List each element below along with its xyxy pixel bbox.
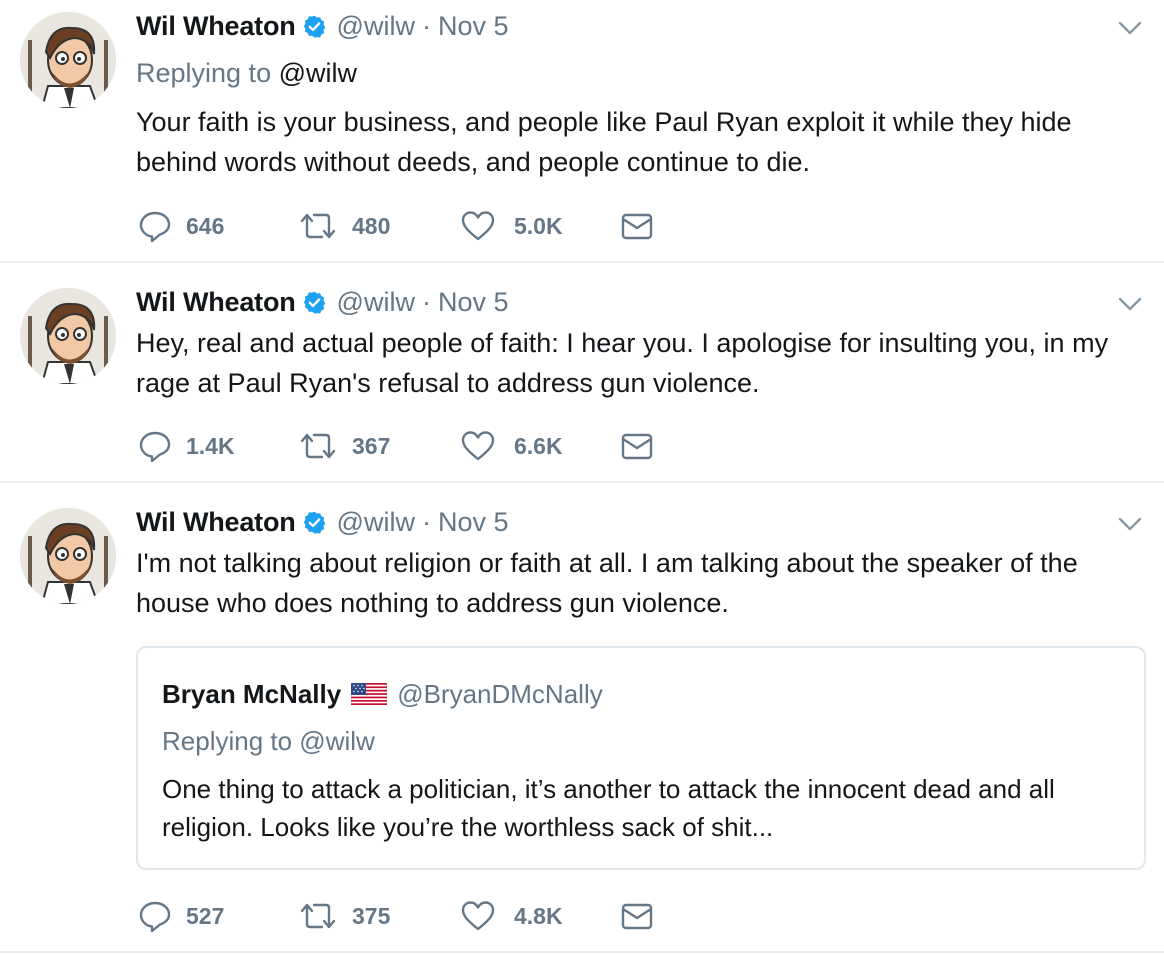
chevron-down-icon[interactable] bbox=[1116, 294, 1144, 314]
avatar[interactable] bbox=[20, 508, 116, 604]
reply-icon bbox=[139, 901, 171, 933]
chevron-down-icon[interactable] bbox=[1116, 514, 1144, 534]
author-name[interactable]: Wil Wheaton bbox=[136, 507, 296, 538]
reply-button[interactable]: 646 bbox=[138, 209, 224, 243]
tweet-text: I'm not talking about religion or faith … bbox=[136, 548, 1078, 618]
tweet-header: Wil Wheaton @wilw · Nov 5 bbox=[136, 504, 509, 540]
divider bbox=[0, 481, 1164, 483]
reply-button[interactable]: 527 bbox=[138, 899, 224, 933]
retweet-count: 480 bbox=[352, 212, 391, 239]
like-button[interactable]: 6.6K bbox=[460, 429, 563, 463]
avatar-illustration bbox=[20, 12, 116, 108]
like-button[interactable]: 5.0K bbox=[460, 209, 563, 243]
avatar[interactable] bbox=[20, 288, 116, 384]
reply-count: 1.4K bbox=[186, 432, 235, 459]
quoted-tweet[interactable]: Bryan McNally @BryanDMcNally Replying to… bbox=[136, 646, 1146, 870]
avatar-illustration bbox=[20, 508, 116, 604]
avatar[interactable] bbox=[20, 12, 116, 108]
retweet-button[interactable]: 480 bbox=[298, 209, 390, 243]
dm-button[interactable] bbox=[620, 209, 654, 243]
reply-count: 527 bbox=[186, 902, 225, 929]
like-button[interactable]: 4.8K bbox=[460, 899, 563, 933]
author-name[interactable]: Wil Wheaton bbox=[136, 11, 296, 42]
retweet-button[interactable]: 367 bbox=[298, 429, 390, 463]
verified-badge-icon bbox=[303, 15, 325, 38]
separator-dot: · bbox=[421, 10, 431, 41]
replying-handle[interactable]: @wilw bbox=[279, 58, 357, 88]
like-count: 6.6K bbox=[514, 432, 563, 459]
avatar-illustration bbox=[20, 288, 116, 384]
tweet-text: Hey, real and actual people of faith: I … bbox=[136, 328, 1109, 398]
tweet-1[interactable]: Wil Wheaton @wilw · Nov 5 Replying to @w… bbox=[0, 0, 1164, 264]
heart-icon bbox=[461, 901, 495, 931]
like-count: 4.8K bbox=[514, 902, 563, 929]
tweet-date[interactable]: Nov 5 bbox=[438, 11, 509, 42]
retweet-count: 375 bbox=[352, 902, 391, 929]
tweet-2[interactable]: Wil Wheaton @wilw · Nov 5 Hey, real and … bbox=[0, 264, 1164, 484]
divider bbox=[0, 261, 1164, 263]
retweet-count: 367 bbox=[352, 432, 391, 459]
reply-icon bbox=[139, 431, 171, 463]
author-name[interactable]: Wil Wheaton bbox=[136, 287, 296, 318]
tweet-header: Wil Wheaton @wilw · Nov 5 bbox=[136, 284, 509, 320]
tweet-text: Your faith is your business, and people … bbox=[136, 107, 1072, 177]
heart-icon bbox=[461, 431, 495, 461]
retweet-button[interactable]: 375 bbox=[298, 899, 390, 933]
reply-icon bbox=[139, 211, 171, 243]
dm-button[interactable] bbox=[620, 899, 654, 933]
tweet-header: Wil Wheaton @wilw · Nov 5 bbox=[136, 8, 509, 44]
dm-button[interactable] bbox=[620, 429, 654, 463]
separator-dot: · bbox=[421, 506, 431, 537]
us-flag-icon bbox=[351, 683, 388, 705]
reply-button[interactable]: 1.4K bbox=[138, 429, 235, 463]
quoted-replying-to: Replying to @wilw bbox=[162, 726, 375, 756]
retweet-icon bbox=[300, 433, 336, 459]
quoted-author-handle: @BryanDMcNally bbox=[397, 678, 603, 709]
chevron-down-icon[interactable] bbox=[1116, 18, 1144, 38]
tweet-date[interactable]: Nov 5 bbox=[438, 507, 509, 538]
tweet-3[interactable]: Wil Wheaton @wilw · Nov 5 I'm not talkin… bbox=[0, 484, 1164, 954]
reply-count: 646 bbox=[186, 212, 225, 239]
verified-badge-icon bbox=[303, 511, 325, 534]
tweet-date[interactable]: Nov 5 bbox=[438, 287, 509, 318]
retweet-icon bbox=[300, 903, 336, 929]
envelope-icon bbox=[621, 903, 653, 930]
author-handle[interactable]: @wilw bbox=[337, 11, 415, 42]
replying-to: Replying to @wilw bbox=[136, 58, 357, 89]
envelope-icon bbox=[621, 213, 653, 240]
quoted-tweet-header: Bryan McNally @BryanDMcNally bbox=[162, 676, 603, 712]
verified-badge-icon bbox=[303, 291, 325, 314]
separator-dot: · bbox=[421, 286, 431, 317]
heart-icon bbox=[461, 211, 495, 241]
quoted-author-name: Bryan McNally bbox=[162, 678, 342, 709]
retweet-icon bbox=[300, 213, 336, 239]
quoted-tweet-text: One thing to attack a politician, it’s a… bbox=[162, 774, 1055, 842]
like-count: 5.0K bbox=[514, 212, 563, 239]
author-handle[interactable]: @wilw bbox=[337, 507, 415, 538]
envelope-icon bbox=[621, 433, 653, 460]
replying-label: Replying to bbox=[136, 58, 272, 88]
divider bbox=[0, 951, 1164, 953]
author-handle[interactable]: @wilw bbox=[337, 287, 415, 318]
